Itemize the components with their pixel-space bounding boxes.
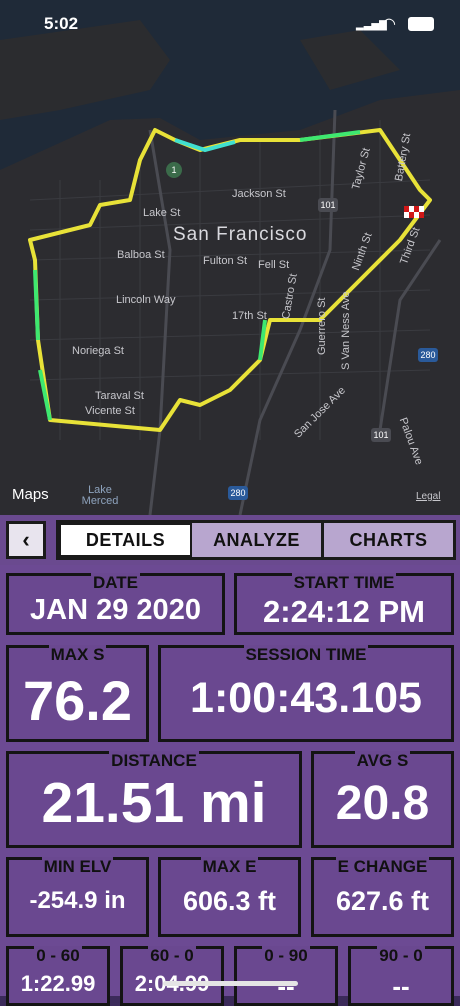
street-label: 17th St xyxy=(232,310,267,322)
max-elevation-card: MAX E 606.3 ft xyxy=(158,857,301,937)
session-time-label: SESSION TIME xyxy=(243,645,369,664)
status-bar: 5:02 ▂▃▅▇ ◠ xyxy=(0,0,460,50)
zero-to-60-label: 0 - 60 xyxy=(34,946,82,965)
map-city-label: San Francisco xyxy=(173,224,308,245)
ninety-to-0-label: 90 - 0 xyxy=(377,946,425,965)
svg-text:280: 280 xyxy=(230,488,245,498)
svg-text:1: 1 xyxy=(171,165,176,175)
street-label: Balboa St xyxy=(117,249,165,261)
wifi-icon: ◠ xyxy=(382,16,396,33)
ninety-to-0-value: -- xyxy=(392,971,410,1001)
zero-to-90-card: 0 - 90 -- xyxy=(234,946,338,1006)
route-map[interactable]: 1 101 280 101 280 5:02 ▂▃▅▇ ◠ San Franci… xyxy=(0,0,460,515)
elevation-change-value: 627.6 ft xyxy=(335,886,430,916)
svg-text:280: 280 xyxy=(420,350,435,360)
ninety-to-0-card: 90 - 0 -- xyxy=(348,946,454,1006)
avg-speed-label: AVG S xyxy=(354,751,411,770)
svg-text:101: 101 xyxy=(373,430,388,440)
max-speed-card: MAX S 76.2 xyxy=(6,645,149,742)
zero-to-90-value: -- xyxy=(277,971,295,1001)
status-time: 5:02 xyxy=(44,14,79,33)
min-elevation-value: -254.9 in xyxy=(29,887,126,914)
start-time-value: 2:24:12 PM xyxy=(263,594,425,629)
maps-logo: Maps xyxy=(12,486,49,503)
home-indicator[interactable] xyxy=(163,981,298,986)
zero-to-60-value: 1:22.99 xyxy=(20,971,96,996)
date-card: DATE JAN 29 2020 xyxy=(6,573,225,635)
back-button[interactable]: ‹ xyxy=(6,521,46,559)
street-label: Taraval St xyxy=(95,390,144,402)
max-elevation-value: 606.3 ft xyxy=(182,886,277,916)
street-label: Vicente St xyxy=(85,405,135,417)
street-label: Fell St xyxy=(258,259,290,271)
min-elevation-label: MIN ELV xyxy=(41,857,114,876)
start-time-card: START TIME 2:24:12 PM xyxy=(234,573,454,635)
zero-to-90-label: 0 - 90 xyxy=(262,946,310,965)
zero-to-60-card: 0 - 60 1:22.99 xyxy=(6,946,110,1006)
street-label: Jackson St xyxy=(232,188,286,200)
session-time-value: 1:00:43.105 xyxy=(190,674,422,722)
start-time-label: START TIME xyxy=(291,573,397,592)
street-label: Guerrero St xyxy=(316,297,328,355)
tab-analyze[interactable]: ANALYZE xyxy=(192,523,324,557)
sixty-to-0-label: 60 - 0 xyxy=(148,946,196,965)
avg-speed-value: 20.8 xyxy=(335,777,430,830)
street-label: Noriega St xyxy=(72,345,124,357)
segmented-tabs: DETAILS ANALYZE CHARTS xyxy=(56,520,456,560)
battery-icon xyxy=(408,17,434,31)
street-label: Lincoln Way xyxy=(116,294,176,306)
sixty-to-0-card: 60 - 0 2:04.99 xyxy=(120,946,224,1006)
tab-charts[interactable]: CHARTS xyxy=(324,523,453,557)
session-time-card: SESSION TIME 1:00:43.105 xyxy=(158,645,454,742)
min-elevation-card: MIN ELV -254.9 in xyxy=(6,857,149,937)
elevation-change-label: E CHANGE xyxy=(335,857,430,876)
street-label: S Van Ness Ave xyxy=(340,291,352,370)
date-value: JAN 29 2020 xyxy=(30,594,201,626)
distance-label: DISTANCE xyxy=(109,751,199,770)
svg-text:101: 101 xyxy=(320,200,335,210)
chevron-left-icon: ‹ xyxy=(22,527,30,552)
street-label: Fulton St xyxy=(203,255,248,267)
nav-bar: ‹ DETAILS ANALYZE CHARTS xyxy=(0,515,460,565)
street-label: Lake St xyxy=(143,207,181,219)
elevation-change-card: E CHANGE 627.6 ft xyxy=(311,857,454,937)
water-label: Lake Merced xyxy=(81,484,119,507)
avg-speed-card: AVG S 20.8 xyxy=(311,751,454,848)
date-label: DATE xyxy=(90,573,140,592)
tab-details[interactable]: DETAILS xyxy=(59,523,192,557)
distance-value: 21.51 mi xyxy=(41,771,267,835)
legal-link[interactable]: Legal xyxy=(416,491,440,502)
max-speed-value: 76.2 xyxy=(23,669,132,732)
stats-panel: DATE JAN 29 2020 START TIME 2:24:12 PM M… xyxy=(0,565,460,1006)
max-elevation-label: MAX E xyxy=(200,857,259,876)
distance-card: DISTANCE 21.51 mi xyxy=(6,751,302,848)
max-speed-label: MAX S xyxy=(48,645,107,664)
